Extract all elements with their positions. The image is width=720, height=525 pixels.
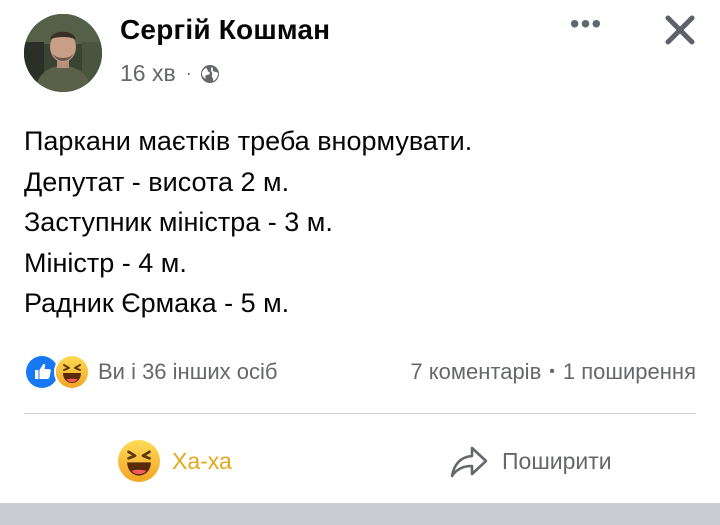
comments-count[interactable]: 7 коментарів: [410, 359, 541, 385]
feed-separator: [0, 503, 720, 525]
reactions-label[interactable]: Ви і 36 інших осіб: [98, 359, 277, 385]
post-meta: 16 хв ·: [120, 60, 220, 87]
stats-separator: •: [549, 363, 555, 380]
more-options-icon[interactable]: •••: [566, 10, 606, 42]
shares-count[interactable]: 1 поширення: [563, 359, 696, 385]
post-card: Сергій Кошман 16 хв · ••• Паркани маєткі…: [0, 0, 720, 503]
post-stats: Ви і 36 інших осіб 7 коментарів • 1 поши…: [24, 352, 696, 392]
avatar[interactable]: [24, 14, 102, 92]
close-icon[interactable]: [662, 12, 698, 48]
post-text-line: Паркани маєтків треба внормувати.: [24, 126, 473, 156]
post-text: Паркани маєтків треба внормувати. Депута…: [24, 121, 694, 324]
engagement-counts: 7 коментарів • 1 поширення: [410, 359, 696, 385]
post-time[interactable]: 16 хв: [120, 60, 176, 87]
reactions-summary[interactable]: Ви і 36 інших осіб: [24, 354, 277, 390]
share-label: Поширити: [502, 447, 612, 474]
post-text-line: Міністр - 4 м.: [24, 247, 187, 278]
globe-icon: [200, 64, 220, 84]
author-name[interactable]: Сергій Кошман: [120, 14, 330, 46]
meta-separator: ·: [185, 63, 192, 83]
haha-icon: [118, 440, 160, 482]
share-icon: [448, 440, 490, 482]
divider: [24, 413, 696, 414]
avatar-photo: [24, 14, 102, 92]
haha-icon: [54, 354, 90, 390]
share-button[interactable]: Поширити: [448, 436, 612, 486]
post-text-line: Заступник міністра - 3 м.: [24, 207, 333, 237]
haha-label: Ха-ха: [172, 447, 232, 474]
post-text-line: Депутат - висота 2 м.: [24, 166, 290, 197]
post-text-line: Радник Єрмака - 5 м.: [24, 288, 290, 318]
haha-reaction-button[interactable]: Ха-ха: [118, 436, 232, 486]
